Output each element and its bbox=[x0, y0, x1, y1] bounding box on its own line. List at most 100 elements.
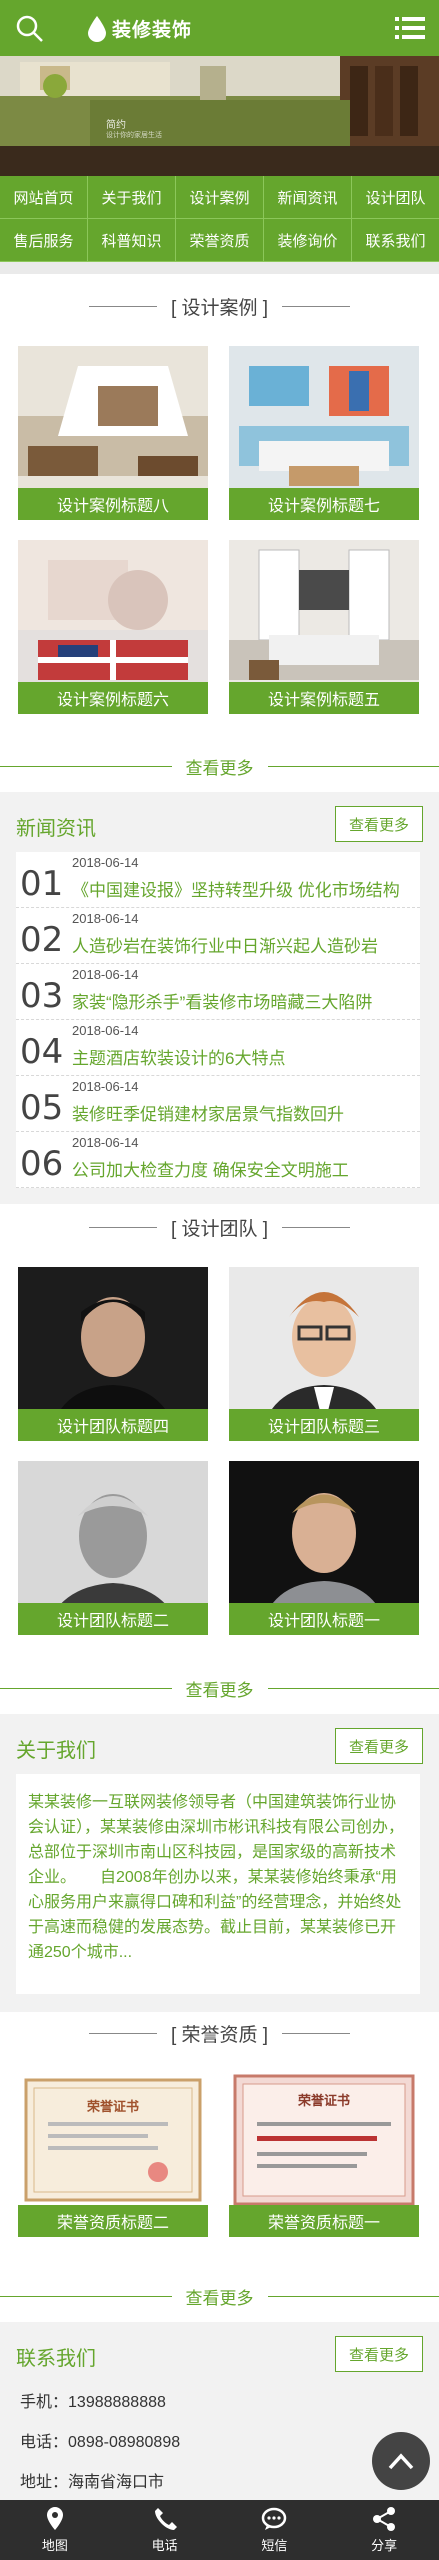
news-num: 01 bbox=[20, 864, 64, 904]
phone-label: 手机： bbox=[20, 2394, 69, 2411]
addr-value: 海南省海口市 bbox=[68, 2474, 165, 2491]
team-section-title: [ 设计团队 ] bbox=[0, 1212, 439, 1242]
news-num: 03 bbox=[20, 976, 64, 1016]
team-card[interactable]: 设计团队标题三 bbox=[229, 1267, 419, 1441]
news-title-link[interactable]: 装修旺季促销建材家居景气指数回升 bbox=[72, 1100, 412, 1125]
honor-card[interactable]: 荣誉证书 荣誉资质标题一 bbox=[229, 2072, 419, 2237]
honor-card[interactable]: 荣誉证书 荣誉资质标题二 bbox=[18, 2072, 208, 2237]
about-more-button[interactable]: 查看更多 bbox=[335, 1728, 423, 1764]
chevron-up-icon bbox=[388, 2453, 414, 2470]
contact-address: 地址：海南省海口市 bbox=[20, 2468, 164, 2492]
more-line bbox=[0, 765, 172, 767]
main-nav: 网站首页 关于我们 设计案例 新闻资讯 设计团队 售后服务 科普知识 荣誉资质 … bbox=[0, 176, 439, 262]
news-more-button[interactable]: 查看更多 bbox=[335, 806, 423, 842]
honor-more[interactable]: 查看更多 bbox=[0, 2284, 439, 2308]
tel-value[interactable]: 0898-08980898 bbox=[68, 2434, 180, 2451]
footer-map-label: 地图 bbox=[41, 2538, 68, 2553]
site-logo[interactable]: 装修装饰 bbox=[86, 13, 192, 43]
team-title-text: [ 设计团队 ] bbox=[170, 1218, 269, 1240]
footer-bar: 地图 电话 短信 分享 bbox=[0, 2500, 439, 2560]
tel-label: 电话： bbox=[20, 2434, 69, 2451]
nav-item-news[interactable]: 新闻资讯 bbox=[264, 176, 352, 219]
cases-title-text: [ 设计案例 ] bbox=[170, 297, 269, 319]
footer-map[interactable]: 地图 bbox=[0, 2500, 110, 2560]
news-title-link[interactable]: 《中国建设报》坚持转型升级 优化市场结构 bbox=[72, 876, 412, 901]
nav-item-service[interactable]: 售后服务 bbox=[0, 219, 88, 262]
news-title-link[interactable]: 主题酒店软装设计的6大特点 bbox=[72, 1044, 412, 1069]
footer-sms[interactable]: 短信 bbox=[220, 2500, 330, 2560]
title-line bbox=[88, 305, 157, 307]
team-card[interactable]: 设计团队标题一 bbox=[229, 1461, 419, 1635]
title-line bbox=[282, 2032, 351, 2034]
case-caption: 设计案例标题七 bbox=[229, 488, 419, 520]
banner[interactable]: 简约 设计你的家居生活 bbox=[0, 56, 439, 176]
case-card[interactable]: 设计案例标题八 bbox=[18, 346, 208, 520]
contact-more-button[interactable]: 查看更多 bbox=[335, 2336, 423, 2372]
cases-more[interactable]: 查看更多 bbox=[0, 754, 439, 778]
nav-item-honor[interactable]: 荣誉资质 bbox=[176, 219, 264, 262]
news-item[interactable]: 05 2018-06-14 装修旺季促销建材家居景气指数回升 bbox=[16, 1076, 420, 1132]
footer-phone[interactable]: 电话 bbox=[110, 2500, 220, 2560]
more-line bbox=[0, 2295, 172, 2297]
honor-caption: 荣誉资质标题二 bbox=[18, 2205, 208, 2237]
drop-logo-icon bbox=[88, 16, 106, 42]
certificate-heading: 荣誉证书 bbox=[297, 2093, 350, 2108]
news-title: 新闻资讯 bbox=[16, 818, 96, 840]
honor-caption: 荣誉资质标题一 bbox=[229, 2205, 419, 2237]
title-line bbox=[88, 1226, 157, 1228]
news-date: 2018-06-14 bbox=[72, 1079, 139, 1094]
case-card[interactable]: 设计案例标题五 bbox=[229, 540, 419, 714]
team-caption: 设计团队标题三 bbox=[229, 1409, 419, 1441]
banner-subcaption: 设计你的家居生活 bbox=[106, 132, 162, 139]
contact-phone: 手机：13988888888 bbox=[20, 2388, 166, 2412]
honor-title-text: [ 荣誉资质 ] bbox=[170, 2024, 269, 2046]
footer-sms-label: 短信 bbox=[261, 2538, 288, 2553]
back-to-top-button[interactable] bbox=[372, 2432, 430, 2490]
news-num: 04 bbox=[20, 1032, 64, 1072]
nav-item-home[interactable]: 网站首页 bbox=[0, 176, 88, 219]
news-title-link[interactable]: 人造砂岩在装饰行业中日渐兴起人造砂岩 bbox=[72, 932, 412, 957]
news-item[interactable]: 04 2018-06-14 主题酒店软装设计的6大特点 bbox=[16, 1020, 420, 1076]
banner-image bbox=[0, 56, 439, 176]
news-item[interactable]: 02 2018-06-14 人造砂岩在装饰行业中日渐兴起人造砂岩 bbox=[16, 908, 420, 964]
team-caption: 设计团队标题二 bbox=[18, 1603, 208, 1635]
phone-value[interactable]: 13988888888 bbox=[68, 2394, 166, 2411]
team-caption: 设计团队标题四 bbox=[18, 1409, 208, 1441]
nav-item-contact[interactable]: 联系我们 bbox=[352, 219, 439, 262]
news-title-link[interactable]: 公司加大检查力度 确保安全文明施工 bbox=[72, 1156, 412, 1181]
news-item[interactable]: 01 2018-06-14 《中国建设报》坚持转型升级 优化市场结构 bbox=[16, 852, 420, 908]
news-num: 05 bbox=[20, 1088, 64, 1128]
search-icon[interactable] bbox=[14, 13, 44, 43]
nav-item-team[interactable]: 设计团队 bbox=[352, 176, 439, 219]
news-item[interactable]: 03 2018-06-14 家装“隐形杀手”看装修市场暗藏三大陷阱 bbox=[16, 964, 420, 1020]
map-pin-icon bbox=[46, 2507, 63, 2530]
case-card[interactable]: 设计案例标题六 bbox=[18, 540, 208, 714]
nav-item-quote[interactable]: 装修询价 bbox=[264, 219, 352, 262]
divider bbox=[0, 262, 439, 274]
news-date: 2018-06-14 bbox=[72, 967, 139, 982]
nav-item-about[interactable]: 关于我们 bbox=[88, 176, 176, 219]
case-caption: 设计案例标题五 bbox=[229, 682, 419, 714]
nav-item-cases[interactable]: 设计案例 bbox=[176, 176, 264, 219]
title-line bbox=[282, 305, 351, 307]
message-icon bbox=[262, 2507, 287, 2530]
footer-share[interactable]: 分享 bbox=[329, 2500, 439, 2560]
news-date: 2018-06-14 bbox=[72, 911, 139, 926]
news-date: 2018-06-14 bbox=[72, 1135, 139, 1150]
contact-title: 联系我们 bbox=[16, 2348, 96, 2370]
team-card[interactable]: 设计团队标题四 bbox=[18, 1267, 208, 1441]
news-item[interactable]: 06 2018-06-14 公司加大检查力度 确保安全文明施工 bbox=[16, 1132, 420, 1188]
about-title: 关于我们 bbox=[16, 1740, 96, 1762]
footer-phone-label: 电话 bbox=[151, 2538, 178, 2553]
news-date: 2018-06-14 bbox=[72, 1023, 139, 1038]
nav-item-knowledge[interactable]: 科普知识 bbox=[88, 219, 176, 262]
share-icon bbox=[373, 2507, 396, 2531]
case-card[interactable]: 设计案例标题七 bbox=[229, 346, 419, 520]
cases-more-text: 查看更多 bbox=[185, 758, 254, 778]
phone-icon bbox=[154, 2508, 177, 2530]
news-title-link[interactable]: 家装“隐形杀手”看装修市场暗藏三大陷阱 bbox=[72, 988, 412, 1013]
team-card[interactable]: 设计团队标题二 bbox=[18, 1461, 208, 1635]
team-more[interactable]: 查看更多 bbox=[0, 1676, 439, 1700]
honor-more-text: 查看更多 bbox=[185, 2288, 254, 2308]
menu-icon[interactable] bbox=[395, 14, 425, 42]
